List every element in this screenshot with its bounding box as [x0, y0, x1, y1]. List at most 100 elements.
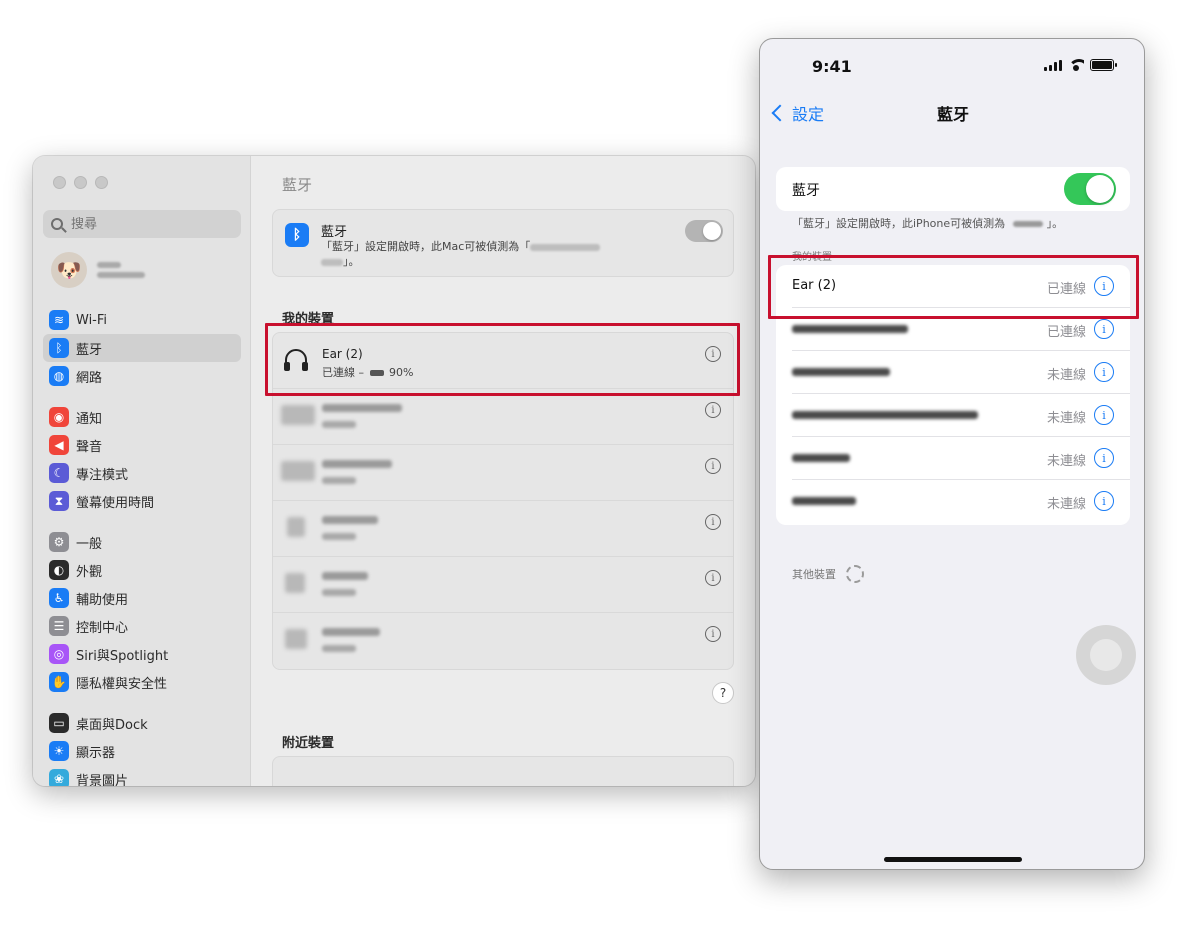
sidebar-item[interactable]: ☾ 專注模式	[43, 459, 241, 487]
nearby-devices-heading: 附近裝置	[282, 736, 335, 751]
back-button[interactable]: 設定	[768, 101, 824, 125]
bluetooth-toggle[interactable]	[1064, 173, 1116, 205]
sidebar-item-label: 螢幕使用時間	[76, 495, 155, 511]
info-icon[interactable]: i	[705, 570, 721, 586]
device-row[interactable]: 已連線 i	[776, 308, 1130, 351]
sidebar-item-label: 通知	[76, 411, 103, 427]
home-indicator[interactable]	[884, 857, 1022, 862]
device-status: 未連線	[1046, 454, 1086, 469]
device-status-redacted	[322, 589, 356, 596]
avatar: 🐶	[51, 252, 87, 288]
my-devices-list: Ear (2) 已連線 – 90% i i i i i i	[272, 332, 734, 670]
sidebar-item[interactable]: ☰ 控制中心	[43, 612, 241, 640]
battery-icon	[1090, 59, 1117, 71]
sidebar-item[interactable]: ◀ 聲音	[43, 431, 241, 459]
info-icon[interactable]: i	[1094, 448, 1114, 468]
info-icon[interactable]: i	[705, 458, 721, 474]
device-status: 已連線 – 90%	[322, 364, 413, 380]
sidebar-item-label: 隱私權與安全性	[76, 676, 168, 692]
device-row[interactable]: 未連線 i	[776, 480, 1130, 523]
info-icon[interactable]: i	[1094, 405, 1114, 425]
device-row[interactable]: i	[273, 501, 733, 557]
device-row[interactable]: 未連線 i	[776, 437, 1130, 480]
sidebar-item-icon: ⧗	[49, 491, 69, 511]
sidebar-item[interactable]: ❀ 背景圖片	[43, 765, 241, 786]
sidebar-item-label: 聲音	[76, 439, 103, 455]
info-icon[interactable]: i	[1094, 491, 1114, 511]
info-icon[interactable]: i	[705, 402, 721, 418]
device-row[interactable]: i	[273, 389, 733, 445]
zoom-window-button[interactable]	[95, 176, 108, 189]
search-input[interactable]	[71, 216, 221, 232]
device-status: 未連線	[1046, 368, 1086, 383]
device-row[interactable]: i	[273, 613, 733, 669]
sidebar-item[interactable]: ☀ 顯示器	[43, 737, 241, 765]
device-row[interactable]: 未連線 i	[776, 351, 1130, 394]
toggle-knob	[703, 222, 721, 240]
info-icon[interactable]: i	[705, 514, 721, 530]
sidebar-item[interactable]: ⧗ 螢幕使用時間	[43, 487, 241, 515]
device-status: 已連線	[1046, 325, 1086, 340]
close-window-button[interactable]	[53, 176, 66, 189]
bluetooth-note: 「藍牙」設定開啟時，此iPhone可被偵測為 」。	[792, 215, 1063, 231]
sidebar-item-icon: ◎	[49, 644, 69, 664]
sidebar-item[interactable]: ◎ Siri與Spotlight	[43, 640, 241, 668]
sidebar-item[interactable]: ▭ 桌面與Dock	[43, 709, 241, 737]
sidebar-item[interactable]: ◍ 網路	[43, 362, 241, 390]
bluetooth-note-suffix: 」。	[1046, 217, 1064, 230]
sidebar-item-icon: ◍	[49, 366, 69, 386]
bluetooth-icon: ᛒ	[285, 223, 309, 247]
sidebar-item[interactable]: ◉ 通知	[43, 403, 241, 431]
headphones-icon	[284, 349, 308, 371]
device-row[interactable]: Ear (2) 已連線 – 90% i	[273, 333, 733, 389]
earbuds-icon	[285, 629, 307, 649]
sidebar-item-icon: ☾	[49, 463, 69, 483]
info-icon[interactable]: i	[1094, 319, 1114, 339]
device-name-redacted	[322, 572, 368, 580]
sidebar-item-label: 輔助使用	[76, 592, 129, 608]
info-icon[interactable]: i	[1094, 362, 1114, 382]
sidebar-search[interactable]	[43, 210, 241, 238]
device-status-redacted	[322, 477, 356, 484]
sidebar-item[interactable]: ♿ 輔助使用	[43, 584, 241, 612]
device-status-redacted	[322, 533, 356, 540]
account-profile[interactable]: 🐶	[51, 252, 145, 288]
device-row[interactable]: i	[273, 557, 733, 613]
device-row[interactable]: i	[273, 445, 733, 501]
help-button[interactable]: ?	[712, 682, 734, 704]
sidebar-item[interactable]: ✋ 隱私權與安全性	[43, 668, 241, 696]
device-status-redacted	[322, 645, 356, 652]
earbuds-icon	[285, 573, 305, 593]
loading-spinner-icon	[846, 565, 864, 583]
sidebar-item-icon: ᛒ	[49, 338, 69, 358]
assistive-touch-button[interactable]	[1076, 625, 1136, 685]
info-icon[interactable]: i	[1094, 276, 1114, 296]
info-icon[interactable]: i	[705, 626, 721, 642]
sidebar-item-icon: ✋	[49, 672, 69, 692]
other-devices-heading: 其他裝置	[792, 565, 864, 583]
sidebar-item-label: 網路	[76, 370, 103, 386]
sidebar-item[interactable]: ᛒ 藍牙	[43, 334, 241, 362]
device-row[interactable]: Ear (2) 已連線 i	[776, 265, 1130, 308]
device-name: Ear (2)	[322, 347, 363, 361]
sidebar-list: ≋ Wi-Fi ᛒ 藍牙 ◍ 網路 ◉ 通知 ◀ 聲音 ☾ 專注模式 ⧗ 螢幕使用時間 ⚙ 一般 ◐ 外觀 ♿ 輔助使…	[43, 306, 241, 786]
status-time: 9:41	[812, 57, 852, 76]
device-name-redacted	[792, 325, 908, 333]
sidebar-item[interactable]: ≋ Wi-Fi	[43, 306, 241, 334]
sidebar-item-icon: ◉	[49, 407, 69, 427]
sidebar-item[interactable]: ◐ 外觀	[43, 556, 241, 584]
device-name-redacted	[792, 411, 978, 419]
sidebar-item-icon: ⚙	[49, 532, 69, 552]
account-name-redacted	[97, 258, 145, 282]
device-row[interactable]: 未連線 i	[776, 394, 1130, 437]
info-icon[interactable]: i	[705, 346, 721, 362]
bluetooth-toggle[interactable]	[685, 220, 723, 242]
sidebar-item-label: 藍牙	[76, 342, 103, 358]
search-icon	[51, 218, 63, 230]
minimize-window-button[interactable]	[74, 176, 87, 189]
bluetooth-group: 藍牙	[776, 167, 1130, 211]
sidebar-item[interactable]: ⚙ 一般	[43, 528, 241, 556]
